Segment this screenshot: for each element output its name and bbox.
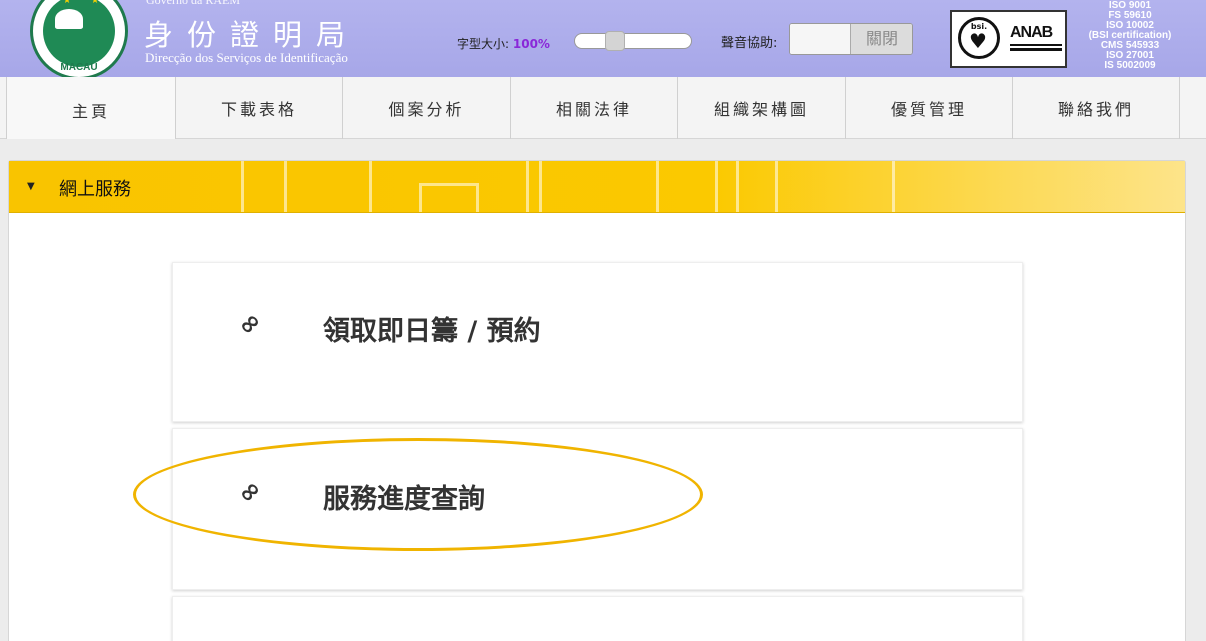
panel-title: 網上服務	[59, 179, 131, 200]
site-header: ★ ★ ★ MACAU Governo da RAEM 身份證明局 Direcç…	[0, 0, 1206, 80]
font-size-label: 字型大小:	[457, 37, 510, 51]
font-size-slider[interactable]	[574, 31, 692, 51]
emblem-text: MACAU	[60, 62, 98, 73]
card-ticket-appointment[interactable]: ∞ 領取即日籌 / 預約	[172, 262, 1023, 422]
macau-emblem-logo[interactable]: ★ ★ ★ MACAU	[30, 0, 128, 80]
certification-logos: bsi. ♥ ANAB	[950, 10, 1067, 68]
card-label[interactable]: 服務進度查詢	[323, 477, 485, 516]
iso-line: IS 5002009	[1104, 60, 1156, 71]
link-icon: ∞	[231, 473, 269, 511]
nav-item-case-analysis[interactable]: 個案分析	[342, 77, 510, 139]
government-subtitle: Governo da RAEM	[146, 0, 240, 7]
card-service-progress-query[interactable]: ∞ 服務進度查詢	[172, 428, 1023, 590]
decorative-pattern	[539, 161, 659, 212]
audio-assist-label: 聲音協助:	[721, 36, 778, 51]
decorative-pattern	[241, 161, 287, 212]
card-label[interactable]: 領取即日籌 / 預約	[323, 309, 541, 348]
link-icon: ∞	[231, 305, 269, 343]
anab-underline	[1010, 44, 1062, 58]
bsi-kitemark-icon: ♥	[969, 29, 987, 53]
audio-toggle-on-side[interactable]	[790, 24, 850, 54]
main-navigation: 主頁 下載表格 個案分析 相關法律 組織架構圖 優質管理 聯絡我們	[0, 77, 1206, 139]
emblem-circle	[43, 0, 115, 67]
site-title-portuguese: Direcção dos Serviços de Identificação	[145, 50, 348, 65]
star-icon: ★	[63, 0, 72, 6]
bsi-logo: bsi. ♥	[958, 17, 1000, 59]
nav-item-download-forms[interactable]: 下載表格	[175, 77, 342, 139]
nav-item-quality-management[interactable]: 優質管理	[845, 77, 1012, 139]
page: ★ ★ ★ MACAU Governo da RAEM 身份證明局 Direcç…	[0, 0, 1206, 641]
collapse-caret-icon[interactable]: ▼	[27, 181, 35, 192]
lotus-icon	[55, 9, 83, 29]
card-partial[interactable]	[172, 596, 1023, 641]
slider-handle[interactable]	[605, 31, 625, 51]
audio-toggle-off-button[interactable]: 關閉	[850, 24, 912, 54]
nav-item-home[interactable]: 主頁	[6, 77, 175, 139]
anab-logo: ANAB	[1010, 24, 1053, 41]
decorative-pattern	[715, 161, 739, 212]
audio-assist-toggle[interactable]: 關閉	[789, 23, 913, 55]
star-icon: ★	[77, 0, 85, 2]
site-title[interactable]: 身份證明局	[144, 12, 359, 54]
nav-item-org-chart[interactable]: 組織架構圖	[677, 77, 845, 139]
nav-item-contact-us[interactable]: 聯絡我們	[1012, 77, 1180, 139]
font-size-control: 字型大小: 100%	[457, 35, 550, 52]
decorative-pattern	[419, 183, 479, 212]
decorative-pattern	[775, 161, 895, 212]
font-size-value: 100%	[512, 37, 550, 51]
nav-item-related-laws[interactable]: 相關法律	[510, 77, 677, 139]
star-icon: ★	[91, 0, 100, 6]
iso-certification-list: ISO 9001 FS 59610 ISO 10002 (BSI certifi…	[1080, 1, 1180, 71]
panel-header[interactable]: ▼ 網上服務	[9, 161, 1185, 213]
